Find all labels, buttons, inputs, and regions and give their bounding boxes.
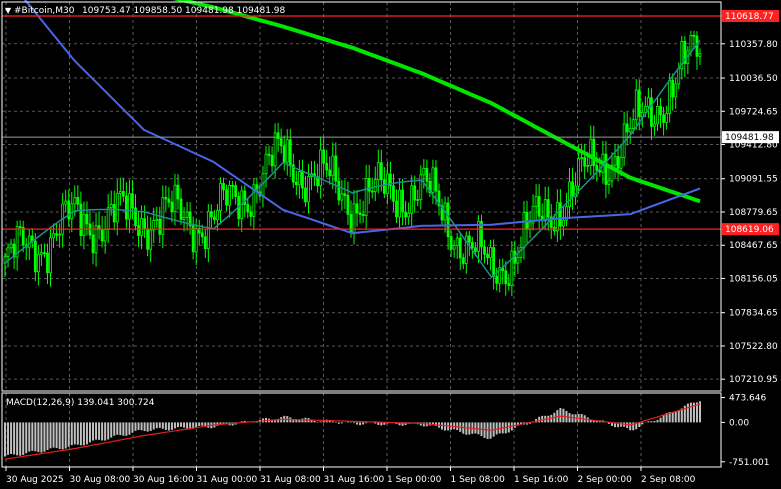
time-axis-label: 1 Sep 00:00 <box>387 475 442 485</box>
time-axis-label: 30 Aug 08:00 <box>70 475 131 485</box>
price-axis-label: 108779.65 <box>729 208 778 218</box>
time-axis-label: 1 Sep 16:00 <box>514 475 569 485</box>
price-axis-label: 107834.65 <box>729 309 778 319</box>
macd-axis-label: 0.00 <box>729 418 749 428</box>
chart-title-group: ▼ #Bitcoin,M30 109753.47 109858.50 10948… <box>5 6 286 16</box>
time-axis-label: 2 Sep 00:00 <box>578 475 633 485</box>
time-axis-label: 30 Aug 2025 <box>6 475 64 485</box>
price-axis-label: 110357.80 <box>729 40 778 50</box>
price-axis-label: 109412.80 <box>729 141 778 151</box>
ohlc-values: 109753.47 109858.50 109481.98 109481.98 <box>82 6 286 16</box>
price-axis-label: 109724.65 <box>729 107 778 117</box>
price-axis-label: 108156.05 <box>729 274 778 284</box>
macd-title: MACD(12,26,9) 139.041 300.724 <box>6 398 155 408</box>
price-axis-label: 110036.50 <box>729 74 778 84</box>
time-axis-label: 31 Aug 16:00 <box>324 475 385 485</box>
time-axis-label: 1 Sep 08:00 <box>451 475 506 485</box>
chart-canvas[interactable]: 110618.77108619.06109481.98 110357.80110… <box>0 0 781 489</box>
price-axis-label: 109091.55 <box>729 175 778 185</box>
price-axis-label: 107522.80 <box>729 342 778 352</box>
level-price-label: 108619.06 <box>725 225 774 235</box>
price-axis-label: 107210.95 <box>729 375 778 385</box>
level-price-label: 110618.77 <box>725 12 774 22</box>
time-axis-label: 31 Aug 08:00 <box>260 475 321 485</box>
time-axis-label: 31 Aug 00:00 <box>197 475 258 485</box>
macd-axis-label: -751.001 <box>729 458 769 468</box>
chart-title: #Bitcoin,M30 <box>14 6 75 16</box>
triangle-icon: ▼ <box>5 6 12 15</box>
macd-axis-label: 473.646 <box>729 394 766 404</box>
time-axis-label: 30 Aug 16:00 <box>133 475 194 485</box>
time-axis-label: 2 Sep 08:00 <box>641 475 696 485</box>
price-axis-label: 108467.65 <box>729 241 778 251</box>
